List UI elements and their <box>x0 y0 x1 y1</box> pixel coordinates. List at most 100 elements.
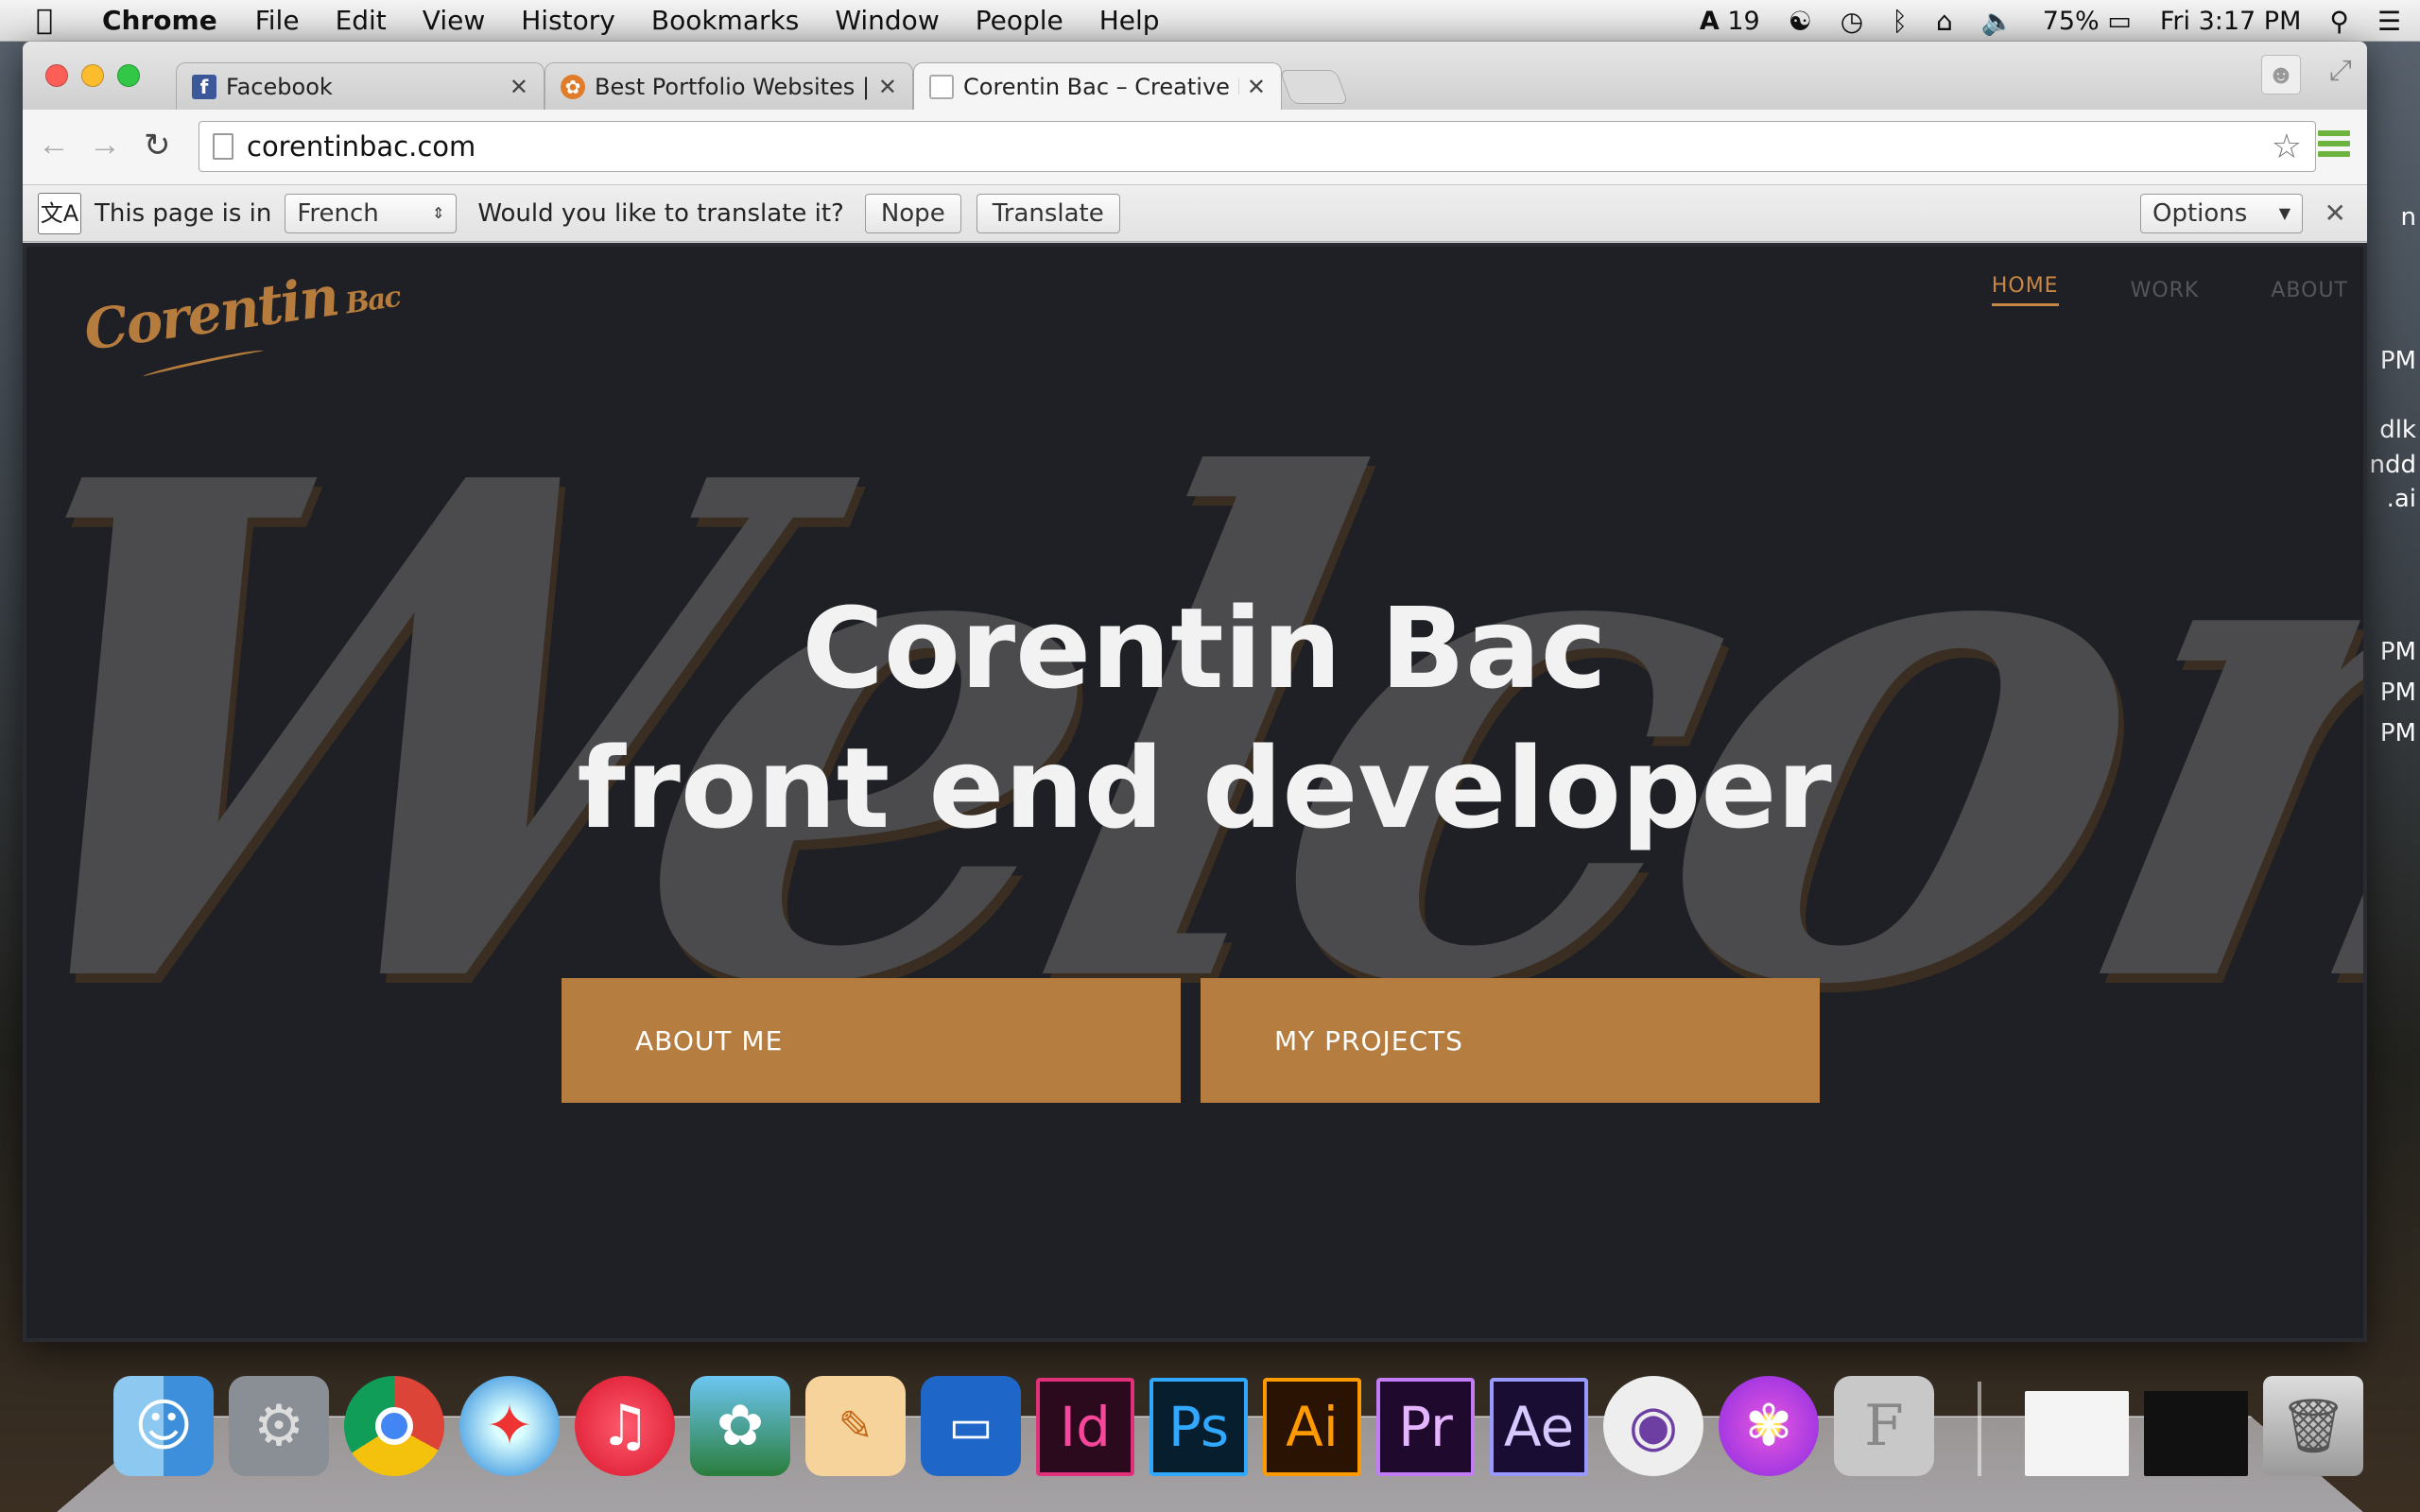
menubar:  Chrome File Edit View History Bookmark… <box>0 0 2420 42</box>
new-tab-button[interactable] <box>1279 70 1349 104</box>
address-bar[interactable]: corentinbac.com ☆ <box>199 121 2316 172</box>
indesign-icon[interactable]: Id <box>1036 1378 1134 1476</box>
itunes-icon[interactable]: ♫ <box>575 1376 675 1476</box>
desktop-text: PM <box>2379 638 2416 666</box>
battery-status[interactable]: 75% ▭ <box>2043 7 2132 36</box>
select-arrows-icon: ⇕ <box>431 204 445 222</box>
hero-role: front end developer <box>577 723 1832 853</box>
spotlight-icon[interactable]: ⚲ <box>2329 6 2349 37</box>
translate-bar: 文A This page is in French ⇕ Would you li… <box>23 185 2367 242</box>
menu-app-name[interactable]: Chrome <box>102 5 217 36</box>
page-info-icon[interactable] <box>213 133 233 160</box>
reload-icon[interactable]: ↻ <box>144 127 171 164</box>
close-tab-icon[interactable]: ✕ <box>1247 74 1266 100</box>
menu-view[interactable]: View <box>423 5 485 36</box>
dropdown-arrow-icon: ▼ <box>2278 204 2290 222</box>
tab-portfolio[interactable]: ✿ Best Portfolio Websites | W ✕ <box>544 62 913 110</box>
time-machine-icon[interactable]: ◷ <box>1841 6 1863 37</box>
indesign-window-icon[interactable] <box>2144 1391 2248 1476</box>
options-select[interactable]: Options ▼ <box>2140 193 2303 233</box>
tab-strip: f Facebook ✕ ✿ Best Portfolio Websites |… <box>23 42 2367 110</box>
premiere-label: Pr <box>1398 1395 1453 1459</box>
language-select[interactable]: French ⇕ <box>285 193 458 233</box>
zoom-window-button[interactable] <box>117 64 140 87</box>
volume-icon[interactable]: 🔈 <box>1981 6 2014 37</box>
about-me-label: ABOUT ME <box>635 1024 784 1057</box>
dock: ☺ ⚙ ✦ ♫ ✿ ✎ ▭ Id Ps Ai Pr Ae ◉ ✾ F 🗑 <box>113 1372 2363 1476</box>
nope-button[interactable]: Nope <box>864 193 961 233</box>
iphoto-icon[interactable]: ✿ <box>690 1376 790 1476</box>
safari-icon[interactable]: ✦ <box>459 1376 560 1476</box>
close-tab-icon[interactable]: ✕ <box>878 74 897 100</box>
adobe-count: 19 <box>1727 6 1760 36</box>
creative-cloud-icon[interactable]: ☯ <box>1789 6 1812 37</box>
close-window-button[interactable] <box>45 64 68 87</box>
illustrator-icon[interactable]: Ai <box>1263 1378 1361 1476</box>
about-me-button[interactable]: ABOUT ME <box>562 978 1181 1103</box>
menu-edit[interactable]: Edit <box>336 5 387 36</box>
finder-icon[interactable]: ☺ <box>113 1376 214 1476</box>
chrome-icon[interactable] <box>344 1376 444 1476</box>
profile-icon[interactable]: ☻ <box>2261 55 2301 94</box>
tab-facebook[interactable]: f Facebook ✕ <box>176 62 544 110</box>
nav-about[interactable]: ABOUT <box>2271 279 2348 302</box>
adobe-icon: A <box>1699 6 1720 36</box>
hero-name: Corentin Bac <box>802 583 1607 713</box>
desktop-text: .ai <box>2386 485 2416 513</box>
after-effects-label: Ae <box>1503 1395 1575 1459</box>
url-text: corentinbac.com <box>247 130 476 163</box>
chrome-menu-icon[interactable] <box>2318 130 2350 157</box>
translate-button[interactable]: Translate <box>976 193 1120 233</box>
language-value: French <box>297 198 379 228</box>
spreadsheet-window-icon[interactable] <box>2025 1391 2129 1476</box>
system-preferences-icon[interactable]: ⚙ <box>229 1376 329 1476</box>
pages-icon[interactable]: ✎ <box>805 1376 906 1476</box>
minimize-window-button[interactable] <box>81 64 104 87</box>
tab-corentin-bac[interactable]: Corentin Bac – Creative De ✕ <box>913 62 1282 110</box>
fontlab-icon[interactable]: F <box>1834 1376 1934 1476</box>
menu-history[interactable]: History <box>521 5 615 36</box>
bookmark-star-icon[interactable]: ☆ <box>2272 128 2302 166</box>
nav-home[interactable]: HOME <box>1991 274 2059 306</box>
toolbar: ← → ↻ corentinbac.com ☆ <box>23 110 2367 185</box>
wifi-icon[interactable]: ⌂ <box>1936 6 1953 37</box>
browser-window: f Facebook ✕ ✿ Best Portfolio Websites |… <box>23 42 2367 1342</box>
back-icon[interactable]: ← <box>38 127 70 163</box>
menu-people[interactable]: People <box>976 5 1063 36</box>
photoshop-icon[interactable]: Ps <box>1150 1378 1248 1476</box>
tab-title: Facebook <box>226 73 333 100</box>
battery-icon: ▭ <box>2107 6 2132 36</box>
menu-help[interactable]: Help <box>1099 5 1160 36</box>
photoshop-label: Ps <box>1167 1395 1230 1459</box>
menu-file[interactable]: File <box>255 5 300 36</box>
desktop-text: dlk <box>2379 416 2416 444</box>
apple-menu-icon[interactable]:  <box>36 4 70 37</box>
close-translate-icon[interactable]: ✕ <box>2325 198 2346 229</box>
dock-separator <box>1978 1382 1981 1476</box>
github-icon[interactable]: ◉ <box>1603 1376 1703 1476</box>
menu-bookmarks[interactable]: Bookmarks <box>651 5 799 36</box>
forward-icon[interactable]: → <box>89 127 121 163</box>
premiere-icon[interactable]: Pr <box>1376 1378 1475 1476</box>
bluetooth-icon[interactable]: ᛒ <box>1892 6 1908 37</box>
battery-percent: 75% <box>2042 6 2100 36</box>
trash-icon[interactable]: 🗑 <box>2263 1376 2363 1476</box>
web-page: Welcome CorentinBac HOME WORK ABOUT Core… <box>23 243 2367 1342</box>
my-projects-button[interactable]: MY PROJECTS <box>1201 978 1820 1103</box>
after-effects-icon[interactable]: Ae <box>1490 1378 1588 1476</box>
close-tab-icon[interactable]: ✕ <box>510 74 528 100</box>
adobe-status[interactable]: A 19 <box>1700 7 1760 36</box>
facebook-icon: f <box>192 74 216 99</box>
menu-window[interactable]: Window <box>835 5 939 36</box>
notification-center-icon[interactable]: ☰ <box>2377 6 2401 37</box>
keynote-icon[interactable]: ▭ <box>921 1376 1021 1476</box>
nav-work[interactable]: WORK <box>2131 279 2200 302</box>
clock[interactable]: Fri 3:17 PM <box>2160 7 2302 36</box>
desktop-text: PM <box>2379 679 2416 707</box>
desktop-text: PM <box>2379 347 2416 375</box>
translate-label: Translate <box>992 198 1104 228</box>
translate-icon: 文A <box>38 192 81 234</box>
fullscreen-icon[interactable]: ⤢ <box>2329 55 2352 87</box>
flower-app-icon[interactable]: ✾ <box>1719 1376 1819 1476</box>
desktop-edge-text: n PM dlk ndd .ai PM PM PM <box>2359 203 2420 770</box>
